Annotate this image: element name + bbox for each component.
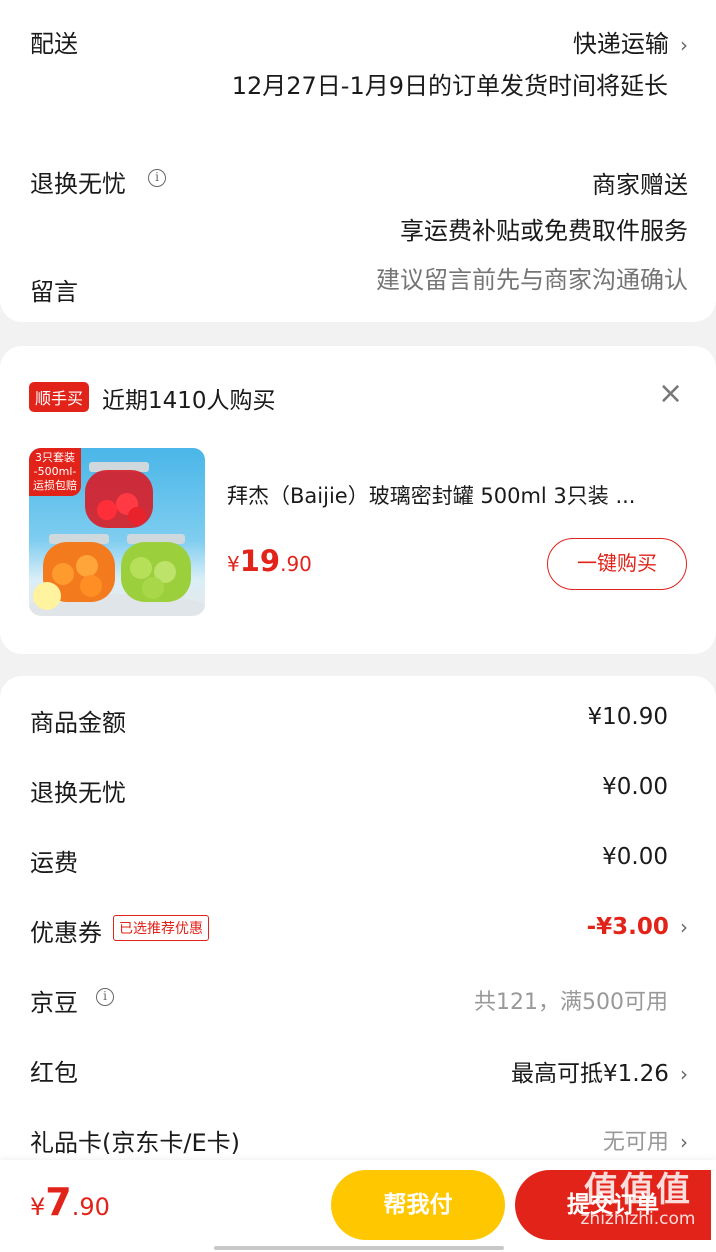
summary-value-coupon: -¥3.00 [586,914,669,940]
product-image[interactable]: 3只套装 -500ml- 运损包赔 [29,448,205,616]
return-service-desc: 享运费补贴或免费取件服务 [400,217,688,245]
return-service-label: 退换无忧 [30,170,126,198]
message-input[interactable] [288,266,688,294]
badge-line-1: 3只套装 [35,451,75,464]
summary-label-redpacket: 红包 [30,1059,78,1087]
summary-label-goods: 商品金额 [30,709,126,737]
price-symbol: ¥ [227,552,240,576]
info-icon[interactable]: i [96,988,114,1006]
coupon-selector[interactable]: -¥3.00 › [587,914,688,940]
chevron-right-icon: › [680,1062,688,1086]
summary-value-return: ¥0.00 [602,774,668,800]
summary-value-goods: ¥10.90 [587,704,668,730]
total-price-symbol: ¥ [30,1193,46,1221]
watermark-url: zhizhizhi.com [580,1209,696,1229]
delivery-notice: 12月27日-1月9日的订单发货时间将延长 [231,72,668,100]
summary-label-shipping: 运费 [30,849,78,877]
recommend-title: 近期1410人购买 [102,388,276,414]
summary-label-coupon: 优惠券 [30,919,102,947]
return-service-row[interactable]: 退换无忧 [30,164,126,199]
watermark-logo: 值值值 [584,1170,692,1210]
summary-value-giftcard: 无可用 [602,1130,669,1155]
one-click-buy-button[interactable]: 一键购买 [547,538,687,590]
recommend-card: 顺手买 近期1410人购买 × 3只套装 -500ml- 运损包赔 拜杰（Bai… [0,346,716,654]
total-price: ¥7.90 [30,1180,110,1224]
summary-label-giftcard: 礼品卡(京东卡/E卡) [30,1129,240,1157]
help-me-pay-label: 帮我付 [383,1192,453,1218]
chevron-right-icon: › [680,33,688,57]
delivery-label: 配送 [30,30,78,58]
chevron-right-icon: › [680,1130,688,1154]
one-click-buy-label: 一键购买 [577,551,657,575]
product-name[interactable]: 拜杰（Baijie）玻璃密封罐 500ml 3只装 ... [227,480,635,510]
order-info-card: 配送 快递运输 › 12月27日-1月9日的订单发货时间将延长 退换无忧 i 商… [0,0,716,322]
info-icon[interactable]: i [148,169,166,187]
redpacket-selector[interactable]: 最高可抵¥1.26 › [511,1054,688,1088]
watermark: 值值值 zhizhizhi.com [560,1162,716,1229]
summary-value-shipping: ¥0.00 [602,844,668,870]
recommend-tag: 顺手买 [29,382,90,412]
summary-value-jingdou: 共121，满500可用 [474,990,668,1015]
delivery-method: 快递运输 [572,30,669,58]
product-image-badge: 3只套装 -500ml- 运损包赔 [29,448,81,496]
help-me-pay-button[interactable]: 帮我付 [331,1170,505,1240]
badge-line-3: 运损包赔 [33,479,77,492]
message-label: 留言 [30,278,78,306]
product-price: ¥19.90 [227,544,312,578]
summary-label-jingdou: 京豆 [30,989,78,1017]
price-integer: 19 [239,544,281,578]
summary-label-return: 退换无忧 [30,779,126,807]
price-summary-card: 商品金额 ¥10.90 退换无忧 ¥0.00 运费 ¥0.00 优惠券 已选推荐… [0,676,716,1176]
delivery-method-selector[interactable]: 快递运输 › [573,24,688,59]
coupon-badge: 已选推荐优惠 [113,915,209,941]
chevron-right-icon: › [680,915,688,939]
bottom-bar: ¥7.90 帮我付 提交订单 值值值 zhizhizhi.com [0,1160,716,1252]
close-icon[interactable]: × [658,379,683,409]
summary-value-redpacket: 最高可抵¥1.26 [511,1061,669,1087]
total-price-integer: 7 [45,1180,72,1224]
return-service-value: 商家赠送 [592,171,688,199]
total-price-decimal: .90 [71,1193,110,1221]
badge-line-2: -500ml- [33,465,77,478]
home-indicator [214,1246,504,1250]
giftcard-selector[interactable]: 无可用 › [603,1124,688,1156]
price-decimal: .90 [280,552,312,576]
